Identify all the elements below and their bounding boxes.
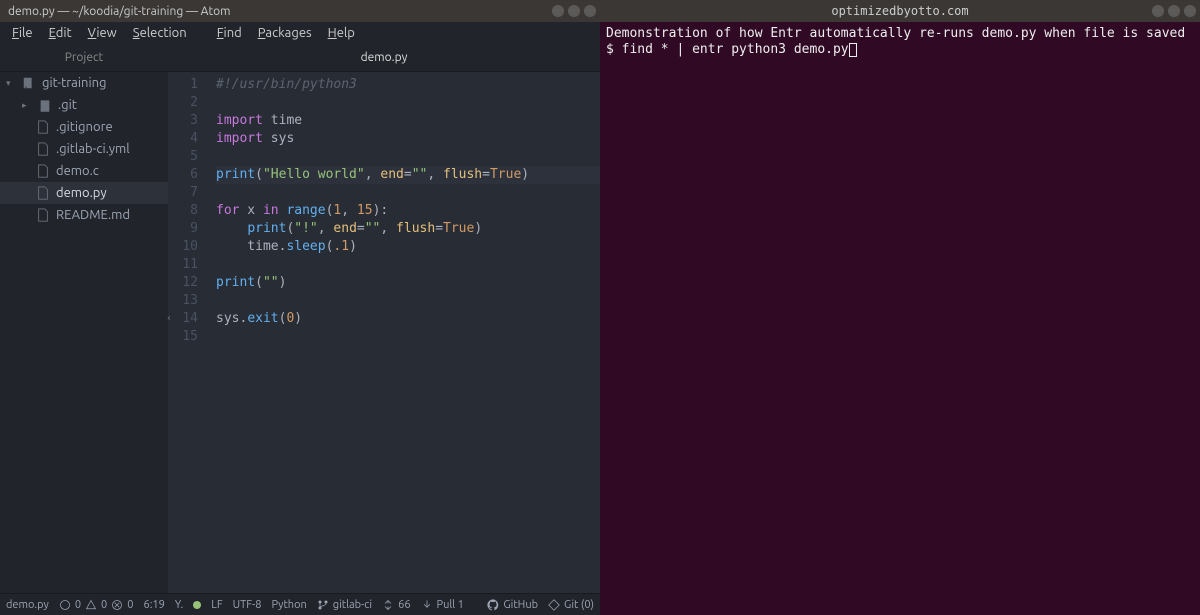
terminal-line: $ find * | entr python3 demo.py xyxy=(606,42,1194,58)
tree-file[interactable]: demo.py xyxy=(0,182,168,204)
status-branch[interactable]: gitlab-ci xyxy=(317,599,372,611)
menu-edit[interactable]: Edit xyxy=(43,24,78,42)
tab-file[interactable]: demo.py xyxy=(168,44,600,71)
status-encoding[interactable]: UTF-8 xyxy=(233,599,262,611)
download-icon xyxy=(421,599,433,611)
tree-root-label: git-training xyxy=(42,76,107,90)
terminal-title: optimizedbyotto.com xyxy=(831,4,968,18)
tree-file[interactable]: .gitignore xyxy=(0,116,168,138)
editor-window: demo.py — ~/koodia/git-training — Atom F… xyxy=(0,0,600,615)
tab-project[interactable]: Project xyxy=(0,44,168,71)
status-git[interactable]: Git (0) xyxy=(548,599,594,611)
folder-icon: ▇ xyxy=(38,98,52,112)
menu-selection[interactable]: Selection xyxy=(127,24,193,42)
status-lang[interactable]: Python xyxy=(271,599,306,611)
error-icon xyxy=(111,599,123,611)
sync-icon xyxy=(382,599,394,611)
editor-titlebar[interactable]: demo.py — ~/koodia/git-training — Atom xyxy=(0,0,600,22)
close-icon[interactable] xyxy=(584,5,596,17)
tabs-row: Project demo.py xyxy=(0,44,600,72)
git-icon xyxy=(548,599,560,611)
status-file[interactable]: demo.py xyxy=(6,599,49,611)
file-tree[interactable]: ▾ git-training ▸ ▇ .git .gitignore .gitlab-c… xyxy=(0,72,168,593)
menu-packages[interactable]: Packages xyxy=(252,24,318,42)
editor-title: demo.py — ~/koodia/git-training — Atom xyxy=(0,5,231,18)
maximize-icon[interactable] xyxy=(568,5,580,17)
status-eol[interactable]: LF xyxy=(211,599,222,611)
code-editor[interactable]: 123456789101112131415 #!/usr/bin/python3… xyxy=(168,72,600,593)
file-icon xyxy=(36,142,50,156)
tree-root[interactable]: ▾ git-training xyxy=(0,72,168,94)
status-dot xyxy=(193,601,201,609)
menu-file[interactable]: File xyxy=(6,24,39,42)
dot-icon xyxy=(193,601,201,609)
minimize-icon[interactable] xyxy=(1152,5,1164,17)
terminal-body[interactable]: Demonstration of how Entr automatically … xyxy=(600,22,1200,615)
minimize-icon[interactable] xyxy=(552,5,564,17)
menu-help[interactable]: Help xyxy=(322,24,361,42)
status-bar: demo.py 0 0 0 6:19 Y. LF UTF-8 Python gi… xyxy=(0,593,600,615)
tree-item-label: .gitignore xyxy=(56,120,113,134)
status-pull[interactable]: Pull 1 xyxy=(421,599,464,611)
cursor-icon xyxy=(849,43,857,57)
info-icon xyxy=(59,599,71,611)
close-icon[interactable] xyxy=(1184,5,1196,17)
tree-file[interactable]: demo.c xyxy=(0,160,168,182)
file-icon xyxy=(36,120,50,134)
window-controls[interactable] xyxy=(1152,5,1196,17)
tree-item-label: demo.c xyxy=(56,164,99,178)
chevron-right-icon: ▸ xyxy=(22,100,32,111)
chevron-down-icon: ▾ xyxy=(6,78,16,89)
branch-icon xyxy=(317,599,329,611)
status-diagnostics[interactable]: 0 0 0 xyxy=(59,599,134,611)
status-cursor[interactable]: 6:19 xyxy=(143,599,164,611)
terminal-window: optimizedbyotto.com Demonstration of how… xyxy=(600,0,1200,615)
maximize-icon[interactable] xyxy=(1168,5,1180,17)
status-fetch[interactable]: 66 xyxy=(382,599,410,611)
menubar: File Edit View Selection Find Packages H… xyxy=(0,22,600,44)
code-body[interactable]: #!/usr/bin/python3import timeimport sysp… xyxy=(208,72,600,593)
repo-icon xyxy=(22,76,36,90)
file-icon xyxy=(36,208,50,222)
fold-chevron-icon[interactable]: ‹ xyxy=(166,310,172,328)
tree-item-label: .git xyxy=(58,98,77,112)
menu-view[interactable]: View xyxy=(82,24,123,42)
warn-icon xyxy=(85,599,97,611)
tree-item-label: README.md xyxy=(56,208,130,222)
github-icon xyxy=(487,599,499,611)
terminal-line: Demonstration of how Entr automatically … xyxy=(606,26,1194,42)
line-gutter: 123456789101112131415 xyxy=(168,72,208,593)
tree-file[interactable]: README.md xyxy=(0,204,168,226)
window-controls[interactable] xyxy=(552,5,596,17)
tree-folder[interactable]: ▸ ▇ .git xyxy=(0,94,168,116)
file-icon xyxy=(36,164,50,178)
tree-file[interactable]: .gitlab-ci.yml xyxy=(0,138,168,160)
file-icon xyxy=(36,186,50,200)
tree-item-label: demo.py xyxy=(56,186,107,200)
status-selection[interactable]: Y. xyxy=(175,599,183,611)
menu-find[interactable]: Find xyxy=(211,24,248,42)
status-github[interactable]: GitHub xyxy=(487,599,538,611)
terminal-titlebar[interactable]: optimizedbyotto.com xyxy=(600,0,1200,22)
tree-item-label: .gitlab-ci.yml xyxy=(56,142,130,156)
